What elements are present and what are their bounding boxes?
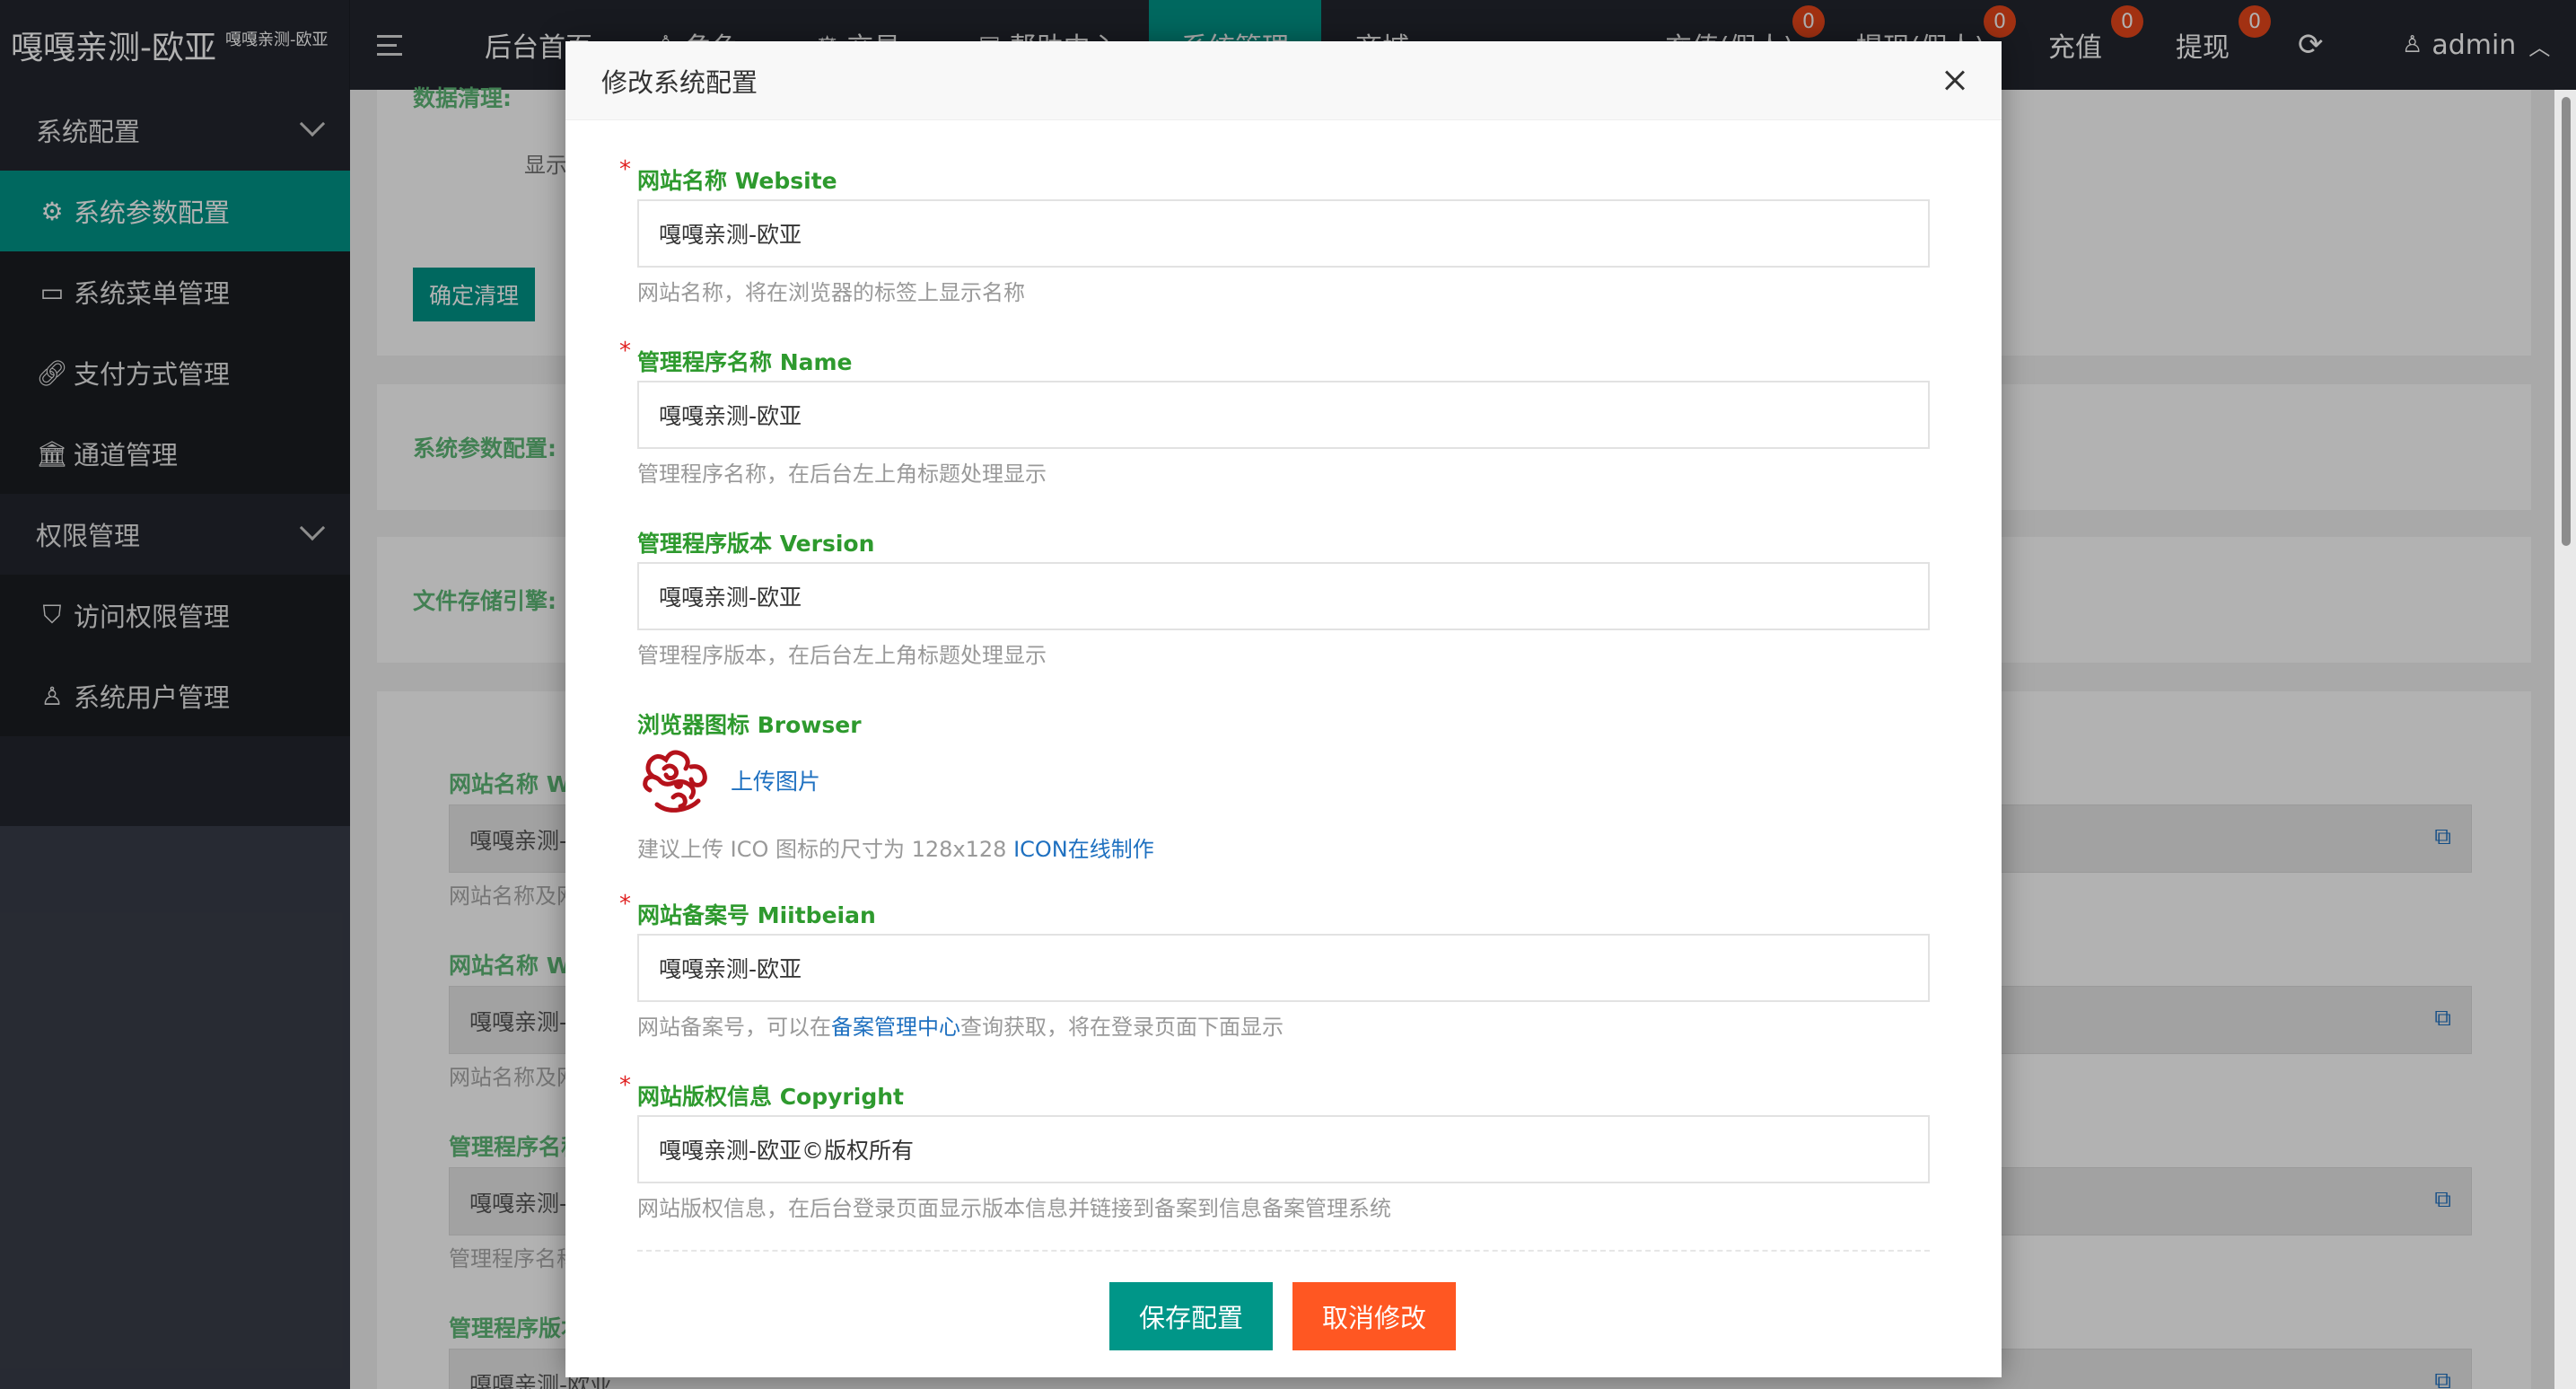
browser-help-text: 建议上传 ICO 图标的尺寸为 128x128 [637, 837, 1014, 862]
close-icon[interactable] [1935, 61, 1975, 101]
miitbeian-label: 网站备案号 Miitbeian [637, 902, 876, 928]
required-marker: * [619, 338, 631, 365]
version-help: 管理程序版本，在后台左上角标题处理显示 [637, 643, 1047, 668]
version-input[interactable] [637, 562, 1930, 630]
icon-maker-link[interactable]: ICON在线制作 [1013, 837, 1154, 862]
save-config-button[interactable]: 保存配置 [1109, 1282, 1273, 1350]
version-label: 管理程序版本 Version [637, 531, 875, 557]
miitbeian-help: 网站备案号，可以在备案管理中心查询获取，将在登录页面下面显示 [637, 1009, 1284, 1041]
scrollbar-thumb[interactable] [2562, 97, 2571, 546]
website-help: 网站名称，将在浏览器的标签上显示名称 [637, 280, 1025, 305]
name-help: 管理程序名称，在后台左上角标题处理显示 [637, 462, 1047, 487]
copyright-input[interactable] [637, 1115, 1930, 1183]
browser-label: 浏览器图标 Browser [637, 712, 862, 738]
required-marker: * [619, 891, 631, 918]
website-input[interactable] [637, 199, 1930, 268]
miitbeian-input[interactable] [637, 934, 1930, 1002]
divider [637, 1250, 1930, 1252]
cancel-edit-button[interactable]: 取消修改 [1292, 1282, 1456, 1350]
required-marker: * [619, 1072, 631, 1099]
miitbeian-help-text: 网站备案号，可以在 [637, 1015, 831, 1040]
beian-center-link[interactable]: 备案管理中心 [831, 1015, 960, 1040]
copyright-help: 网站版权信息，在后台登录页面显示版本信息并链接到备案到信息备案管理系统 [637, 1196, 1391, 1221]
upload-image-link[interactable]: 上传图片 [731, 764, 820, 796]
website-label: 网站名称 Website [637, 168, 837, 194]
edit-config-dialog: 修改系统配置 * 网站名称 Website 网站名称，将在浏览器的标签上显示名称… [565, 41, 2002, 1377]
required-marker: * [619, 156, 631, 183]
copyright-label: 网站版权信息 Copyright [637, 1084, 904, 1110]
name-input[interactable] [637, 381, 1930, 449]
name-label: 管理程序名称 Name [637, 349, 853, 375]
browser-help: 建议上传 ICO 图标的尺寸为 128x128 ICON在线制作 [637, 831, 1154, 863]
dialog-title: 修改系统配置 [601, 66, 758, 98]
dialog-header: 修改系统配置 [565, 41, 2002, 120]
favicon-image[interactable] [637, 742, 718, 819]
miitbeian-help-suffix: 查询获取，将在登录页面下面显示 [960, 1015, 1284, 1040]
